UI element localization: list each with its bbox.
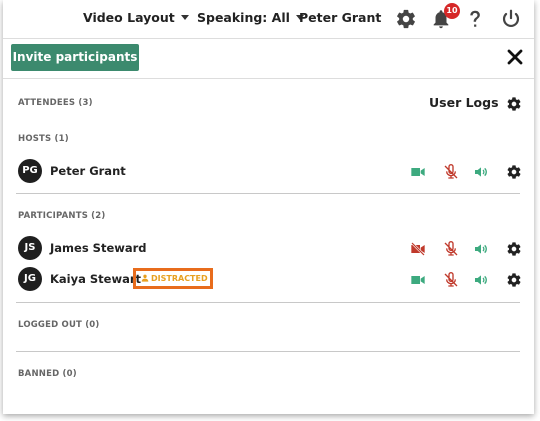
section-divider	[16, 302, 520, 303]
video-layout-label: Video Layout	[83, 10, 175, 25]
speaker-icon[interactable]	[473, 164, 489, 180]
camera-off-icon[interactable]	[410, 241, 426, 257]
participants-section-label: PARTICIPANTS (2)	[18, 211, 106, 221]
help-icon[interactable]	[464, 8, 486, 30]
speaker-icon[interactable]	[473, 241, 489, 257]
distracted-status-label: DISTRACTED	[151, 274, 208, 283]
distracted-status-badge: DISTRACTED	[133, 268, 213, 289]
speaking-filter-label: Speaking: All	[197, 10, 290, 25]
gear-icon[interactable]	[506, 241, 522, 257]
user-name: Peter Grant	[50, 164, 126, 178]
gear-icon[interactable]	[395, 8, 417, 30]
chevron-down-icon	[180, 15, 189, 20]
header-divider	[3, 78, 534, 79]
gear-icon[interactable]	[506, 272, 522, 288]
mic-muted-icon[interactable]	[443, 272, 459, 288]
camera-on-icon[interactable]	[410, 164, 426, 180]
logged-out-section-label: LOGGED OUT (0)	[18, 320, 100, 330]
mic-muted-icon[interactable]	[443, 241, 459, 257]
section-divider	[16, 193, 520, 194]
user-name: Kaiya Stewart	[50, 272, 142, 286]
avatar: JG	[18, 267, 42, 291]
notification-count-badge: 10	[444, 3, 460, 19]
top-toolbar: Video Layout Speaking: All Peter Grant 1…	[3, 0, 534, 38]
user-logs-gear-icon[interactable]	[506, 96, 522, 112]
topbar-divider	[3, 38, 534, 39]
power-icon[interactable]	[500, 8, 522, 30]
attendees-panel: Video Layout Speaking: All Peter Grant 1…	[3, 0, 534, 414]
camera-on-icon[interactable]	[410, 272, 426, 288]
video-layout-dropdown[interactable]: Video Layout	[83, 10, 189, 25]
invite-participants-button[interactable]: Invite participants	[11, 44, 139, 71]
speaker-icon[interactable]	[473, 272, 489, 288]
user-logs-button[interactable]: User Logs	[429, 95, 499, 110]
gear-icon[interactable]	[506, 164, 522, 180]
person-icon	[141, 274, 149, 282]
avatar: JS	[18, 236, 42, 260]
banned-section-label: BANNED (0)	[18, 369, 77, 379]
close-icon[interactable]	[505, 47, 525, 67]
current-user-name[interactable]: Peter Grant	[299, 10, 381, 25]
avatar: PG	[18, 159, 42, 183]
section-divider	[16, 351, 520, 352]
speaking-filter-dropdown[interactable]: Speaking: All	[197, 10, 304, 25]
user-name: James Steward	[50, 241, 147, 255]
attendees-section-label: ATTENDEES (3)	[18, 98, 93, 108]
hosts-section-label: HOSTS (1)	[18, 134, 69, 144]
mic-muted-icon[interactable]	[443, 164, 459, 180]
